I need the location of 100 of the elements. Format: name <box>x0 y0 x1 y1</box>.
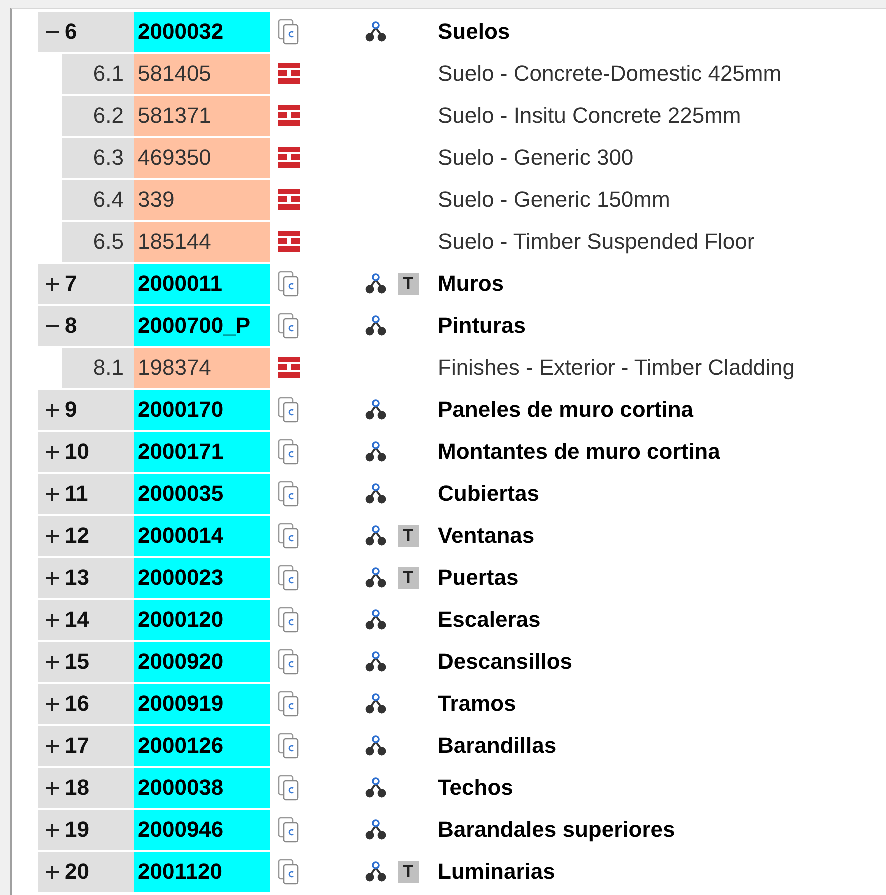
code-cell: 2000171 <box>134 432 270 472</box>
hierarchy-icon <box>365 399 387 421</box>
item-name: Suelo - Concrete-Domestic 425mm <box>438 61 783 87</box>
row-number[interactable]: 20 <box>38 852 134 892</box>
hierarchy-icon <box>365 609 387 631</box>
document-icon <box>278 523 300 549</box>
expand-icon[interactable] <box>46 782 59 794</box>
hierarchy-icon <box>365 777 387 799</box>
expand-icon[interactable] <box>46 404 59 416</box>
wall-icon <box>278 231 300 253</box>
group-name: Barandillas <box>438 733 558 759</box>
expand-icon[interactable] <box>46 530 59 542</box>
row-number[interactable]: 16 <box>38 684 134 724</box>
code-cell: 185144 <box>134 222 270 262</box>
row-number[interactable]: 9 <box>38 390 134 430</box>
row-number: 6.2 <box>62 96 134 136</box>
expand-icon[interactable] <box>46 698 59 710</box>
code-cell: 469350 <box>134 138 270 178</box>
group-name: Montantes de muro cortina <box>438 439 722 465</box>
code-cell: 2000700_P <box>134 306 270 346</box>
wall-icon <box>278 189 300 211</box>
document-icon <box>278 271 300 297</box>
document-icon <box>278 397 300 423</box>
group-name: Tramos <box>438 691 518 717</box>
code-cell: 198374 <box>134 348 270 388</box>
row-number[interactable]: 18 <box>38 768 134 808</box>
group-name: Cubiertas <box>438 481 540 507</box>
hierarchy-icon <box>365 735 387 757</box>
code-cell: 2000035 <box>134 474 270 514</box>
row-number[interactable]: 15 <box>38 642 134 682</box>
expand-icon[interactable] <box>46 866 59 878</box>
document-icon <box>278 733 300 759</box>
group-name: Pinturas <box>438 313 528 339</box>
row-number[interactable]: 12 <box>38 516 134 556</box>
code-cell: 581405 <box>134 54 270 94</box>
expand-icon[interactable] <box>46 572 59 584</box>
document-icon <box>278 481 300 507</box>
hierarchy-icon <box>365 819 387 841</box>
row-number[interactable]: 11 <box>38 474 134 514</box>
wall-icon <box>278 63 300 85</box>
code-cell: 2000011 <box>134 264 270 304</box>
code-cell: 2000014 <box>134 516 270 556</box>
row-number[interactable]: 14 <box>38 600 134 640</box>
expand-icon[interactable] <box>46 278 59 290</box>
document-icon <box>278 859 300 885</box>
code-cell: 2000919 <box>134 684 270 724</box>
row-number[interactable]: 8 <box>38 306 134 346</box>
group-name: Barandales superiores <box>438 817 676 843</box>
item-name: Suelo - Timber Suspended Floor <box>438 229 756 255</box>
row-number: 6.3 <box>62 138 134 178</box>
hierarchy-icon <box>365 693 387 715</box>
hierarchy-icon <box>365 273 387 295</box>
tag-badge: T <box>398 525 419 547</box>
item-name: Suelo - Insitu Concrete 225mm <box>438 103 742 129</box>
expand-icon[interactable] <box>46 488 59 500</box>
expand-icon[interactable] <box>46 614 59 626</box>
hierarchy-icon <box>365 651 387 673</box>
row-number: 6.5 <box>62 222 134 262</box>
group-name: Paneles de muro cortina <box>438 397 695 423</box>
document-icon <box>278 817 300 843</box>
row-number[interactable]: 13 <box>38 558 134 598</box>
item-name: Finishes - Exterior - Timber Cladding <box>438 355 796 381</box>
document-icon <box>278 775 300 801</box>
row-number: 6.4 <box>62 180 134 220</box>
code-cell: 2000120 <box>134 600 270 640</box>
hierarchy-icon <box>365 441 387 463</box>
code-cell: 2000032 <box>134 12 270 52</box>
code-cell: 581371 <box>134 96 270 136</box>
code-cell: 2000946 <box>134 810 270 850</box>
document-icon <box>278 607 300 633</box>
document-icon <box>278 439 300 465</box>
code-cell: 2000038 <box>134 768 270 808</box>
row-number[interactable]: 19 <box>38 810 134 850</box>
row-number: 8.1 <box>62 348 134 388</box>
row-number: 6.1 <box>62 54 134 94</box>
group-name: Ventanas <box>438 523 536 549</box>
expand-icon[interactable] <box>46 824 59 836</box>
document-icon <box>278 565 300 591</box>
hierarchy-icon <box>365 567 387 589</box>
row-number[interactable]: 7 <box>38 264 134 304</box>
group-name: Escaleras <box>438 607 542 633</box>
row-number[interactable]: 17 <box>38 726 134 766</box>
document-icon <box>278 313 300 339</box>
group-name: Techos <box>438 775 514 801</box>
tag-badge: T <box>398 861 419 883</box>
code-cell: 2000023 <box>134 558 270 598</box>
group-name: Luminarias <box>438 859 556 885</box>
expand-icon[interactable] <box>46 656 59 668</box>
code-cell: 2000126 <box>134 726 270 766</box>
expand-icon[interactable] <box>46 740 59 752</box>
row-number[interactable]: 10 <box>38 432 134 472</box>
code-cell: 2001120 <box>134 852 270 892</box>
row-number[interactable]: 6 <box>38 12 134 52</box>
item-name: Suelo - Generic 150mm <box>438 187 672 213</box>
expand-icon[interactable] <box>46 446 59 458</box>
document-icon <box>278 691 300 717</box>
hierarchy-icon <box>365 525 387 547</box>
code-cell: 2000920 <box>134 642 270 682</box>
tag-badge: T <box>398 273 419 295</box>
hierarchy-icon <box>365 315 387 337</box>
